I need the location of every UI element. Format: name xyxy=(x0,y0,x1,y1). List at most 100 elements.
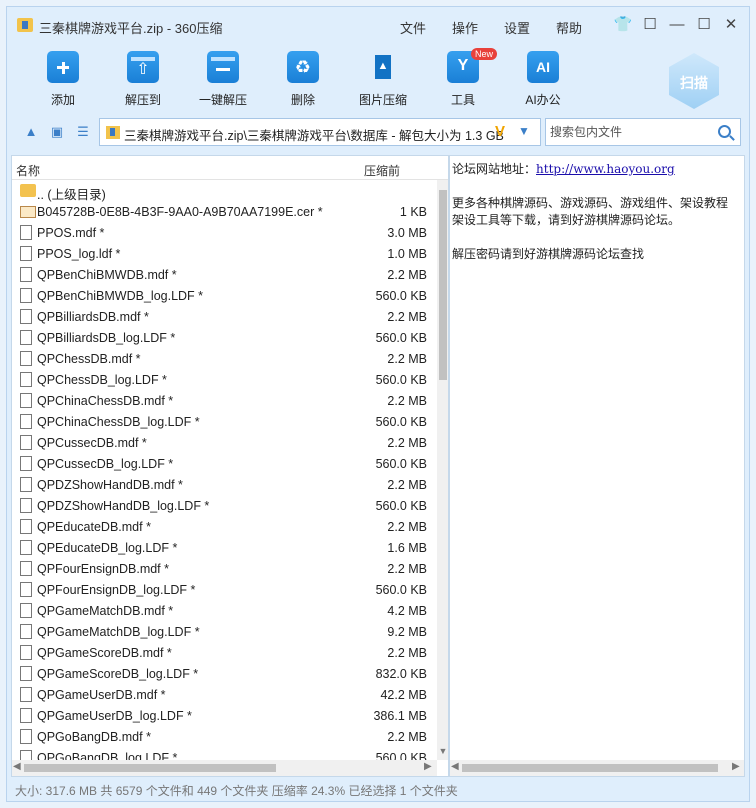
ai-office-button[interactable]: AI办公 xyxy=(503,49,583,109)
menu-operation[interactable]: 操作 xyxy=(452,18,478,37)
menu-settings[interactable]: 设置 xyxy=(504,18,530,37)
file-row[interactable]: QPDZShowHandDB.mdf * 2.2 MB xyxy=(12,474,432,495)
scroll-right-icon[interactable]: ▶ xyxy=(424,761,432,772)
file-row[interactable]: QPGameMatchDB.mdf * 4.2 MB xyxy=(12,600,432,621)
comment-preview: 论坛网站地址：http://www.haoyou.org 更多各种棋牌源码、游戏… xyxy=(449,155,745,777)
one-click-extract-button[interactable]: 一键解压 xyxy=(183,49,263,109)
thumbnail-view-icon[interactable]: ▣ xyxy=(49,124,65,140)
up-arrow-icon[interactable]: ▲ xyxy=(23,124,39,140)
preview-scroll-thumb[interactable] xyxy=(462,764,718,772)
preview-scroll-right-icon[interactable]: ▶ xyxy=(732,761,740,772)
add-button[interactable]: 添加 xyxy=(23,49,103,109)
scroll-left-icon[interactable]: ◀ xyxy=(13,761,21,772)
delete-button[interactable]: 删除 xyxy=(263,49,343,109)
file-row[interactable]: QPEducateDB_log.LDF * 1.6 MB xyxy=(12,537,432,558)
file-row[interactable]: QPBilliardsDB.mdf * 2.2 MB xyxy=(12,306,432,327)
file-rows: .. (上级目录) B045728B-0E8B-4B3F-9AA0-A9B70AA… xyxy=(12,180,432,768)
image-compress-button[interactable]: 图片压缩 xyxy=(343,49,423,109)
forum-label: 论坛网站地址： xyxy=(452,162,537,176)
file-name: QPBenChiBMWDB.mdf * xyxy=(37,268,177,282)
file-icon xyxy=(20,414,32,429)
path-text: 三秦棋牌游戏平台.zip\三秦棋牌游戏平台\数据库 - 解包大小为 1.3 GB xyxy=(124,129,504,143)
file-row[interactable]: QPChinaChessDB.mdf * 2.2 MB xyxy=(12,390,432,411)
extract-to-button[interactable]: 解压到 xyxy=(103,49,183,109)
file-row[interactable]: QPGameMatchDB_log.LDF * 9.2 MB xyxy=(12,621,432,642)
delete-icon xyxy=(287,51,319,83)
scan-button[interactable]: 扫描 xyxy=(665,49,723,113)
list-view-icon[interactable]: ☰ xyxy=(75,124,91,140)
horizontal-scrollbar[interactable]: ◀ ▶ xyxy=(12,760,437,776)
toolbar: 添加 解压到 一键解压 删除 图片压缩 New 工具 AI办公 xyxy=(7,43,749,113)
path-bar[interactable]: 三秦棋牌游戏平台.zip\三秦棋牌游戏平台\数据库 - 解包大小为 1.3 GB… xyxy=(99,118,541,146)
file-row[interactable]: QPBilliardsDB_log.LDF * 560.0 KB xyxy=(12,327,432,348)
forum-link[interactable]: http://www.haoyou.org xyxy=(536,162,675,176)
file-row[interactable]: B045728B-0E8B-4B3F-9AA0-A9B70AA7199E.cer… xyxy=(12,201,432,222)
search-input[interactable] xyxy=(550,123,710,141)
search-icon[interactable] xyxy=(718,125,731,138)
file-name: B045728B-0E8B-4B3F-9AA0-A9B70AA7199E.cer… xyxy=(37,205,323,219)
vertical-scrollbar[interactable]: ▼ xyxy=(437,180,448,760)
file-row[interactable]: PPOS.mdf * 3.0 MB xyxy=(12,222,432,243)
scroll-down-icon[interactable]: ▼ xyxy=(437,746,448,756)
file-icon xyxy=(20,498,32,513)
file-icon xyxy=(20,561,32,576)
file-icon xyxy=(20,225,32,240)
file-size: 560.0 KB xyxy=(375,331,427,345)
file-icon xyxy=(20,729,32,744)
file-size: 560.0 KB xyxy=(375,289,427,303)
file-row[interactable]: QPBenChiBMWDB_log.LDF * 560.0 KB xyxy=(12,285,432,306)
file-name: QPFourEnsignDB_log.LDF * xyxy=(37,583,196,597)
file-row[interactable]: QPGameUserDB_log.LDF * 386.1 MB xyxy=(12,705,432,726)
column-name-header[interactable]: 名称 xyxy=(16,162,40,179)
file-icon xyxy=(20,288,32,303)
preview-scroll-left-icon[interactable]: ◀ xyxy=(451,761,459,772)
file-row[interactable]: QPFourEnsignDB_log.LDF * 560.0 KB xyxy=(12,579,432,600)
file-row[interactable]: QPCussecDB.mdf * 2.2 MB xyxy=(12,432,432,453)
close-button[interactable]: ✕ xyxy=(721,15,741,35)
column-size-header[interactable]: 压缩前 xyxy=(364,162,400,179)
menu-help[interactable]: 帮助 xyxy=(556,18,582,37)
file-row[interactable]: QPGameScoreDB_log.LDF * 832.0 KB xyxy=(12,663,432,684)
file-icon xyxy=(20,246,32,261)
tools-button[interactable]: New 工具 xyxy=(423,48,503,109)
menu-file[interactable]: 文件 xyxy=(400,18,426,37)
file-name: QPCussecDB_log.LDF * xyxy=(37,457,174,471)
file-row[interactable]: QPGameUserDB.mdf * 42.2 MB xyxy=(12,684,432,705)
file-name: QPChinaChessDB.mdf * xyxy=(37,394,174,408)
file-row[interactable]: QPChinaChessDB_log.LDF * 560.0 KB xyxy=(12,411,432,432)
path-dropdown-icon[interactable]: ▼ xyxy=(518,124,530,138)
file-size: 2.2 MB xyxy=(387,562,427,576)
new-badge: New xyxy=(471,48,498,60)
file-icon xyxy=(20,267,32,282)
file-row[interactable]: QPChessDB.mdf * 2.2 MB xyxy=(12,348,432,369)
ai-office-icon xyxy=(527,51,559,83)
horizontal-scroll-thumb[interactable] xyxy=(24,764,276,772)
file-icon xyxy=(20,330,32,345)
file-row[interactable]: PPOS_log.ldf * 1.0 MB xyxy=(12,243,432,264)
file-row[interactable]: QPChessDB_log.LDF * 560.0 KB xyxy=(12,369,432,390)
preview-line-3: 架设工具等下载，请到好游棋牌源码论坛。 xyxy=(452,213,681,227)
file-icon xyxy=(20,477,32,492)
file-row[interactable]: QPCussecDB_log.LDF * 560.0 KB xyxy=(12,453,432,474)
feedback-icon[interactable]: ☐ xyxy=(640,15,660,35)
file-name: QPChinaChessDB_log.LDF * xyxy=(37,415,200,429)
list-header: 名称 压缩前 xyxy=(12,156,448,180)
vertical-scroll-thumb[interactable] xyxy=(439,190,447,380)
file-row[interactable]: .. (上级目录) xyxy=(12,180,432,202)
preview-horizontal-scrollbar[interactable]: ◀ ▶ xyxy=(450,760,744,776)
app-window: 三秦棋牌游戏平台.zip - 360压缩 文件 操作 设置 帮助 👕 ☐ — ☐… xyxy=(6,6,750,802)
file-row[interactable]: QPBenChiBMWDB.mdf * 2.2 MB xyxy=(12,264,432,285)
file-name: QPGoBangDB.mdf * xyxy=(37,730,151,744)
file-row[interactable]: QPGameScoreDB.mdf * 2.2 MB xyxy=(12,642,432,663)
minimize-button[interactable]: — xyxy=(667,15,687,35)
skin-icon[interactable]: 👕 xyxy=(613,15,633,35)
file-name: QPGameMatchDB_log.LDF * xyxy=(37,625,200,639)
file-row[interactable]: QPFourEnsignDB.mdf * 2.2 MB xyxy=(12,558,432,579)
file-name: QPGameUserDB.mdf * xyxy=(37,688,166,702)
file-name: QPCussecDB.mdf * xyxy=(37,436,147,450)
file-row[interactable]: QPGoBangDB.mdf * 2.2 MB xyxy=(12,726,432,747)
maximize-button[interactable]: ☐ xyxy=(694,15,714,35)
file-row[interactable]: QPDZShowHandDB_log.LDF * 560.0 KB xyxy=(12,495,432,516)
file-row[interactable]: QPEducateDB.mdf * 2.2 MB xyxy=(12,516,432,537)
tools-label: 工具 xyxy=(450,93,475,107)
